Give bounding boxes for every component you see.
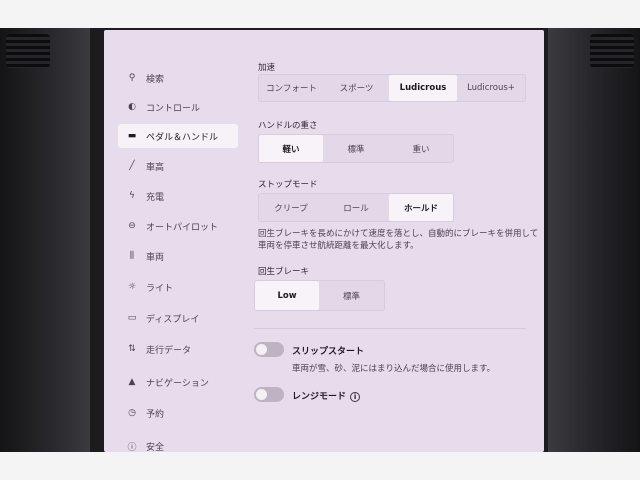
search-icon: ⚲ — [128, 73, 136, 83]
slip-start-title: スリップスタート — [292, 347, 365, 357]
slip-start-toggle[interactable] — [254, 342, 284, 357]
steering-label: ハンドルの重さ — [258, 121, 318, 131]
sun-icon: ☼ — [127, 282, 137, 292]
alarm-clock-icon: ◷ — [128, 408, 136, 418]
slip-start-subtitle: 車両が雪、砂、泥にはまり込んだ場合に使用します。 — [292, 364, 496, 374]
sidebar-item-charging[interactable]: ϟ 充電 — [118, 184, 238, 208]
sidebar-item-safety[interactable]: ⓘ 安全 — [118, 434, 238, 453]
wrench-icon: ╱ — [129, 161, 135, 171]
sidebar-item-label: コントロール — [146, 103, 201, 114]
range-mode-title: レンジモード — [292, 392, 347, 402]
regen-option-low[interactable]: Low — [255, 281, 319, 310]
dashboard-right-panel — [548, 28, 640, 480]
acceleration-option-comfort[interactable]: コンフォート — [259, 75, 324, 101]
sliders-icon: ⫼ — [129, 251, 135, 261]
stop-mode-description-line1: 回生ブレーキを長めにかけて速度を落とし、自動的にブレーキを併用して — [258, 229, 539, 239]
sidebar-item-label: オートパイロット — [146, 222, 219, 233]
touchscreen: ⚲ 検索 ◐ コントロール ▬ ペダル＆ハンドル ╱ 車高 ϟ 充電 ⊖ オート… — [104, 30, 544, 452]
section-divider — [254, 328, 526, 329]
display-icon: ▭ — [127, 313, 137, 323]
acceleration-option-ludicrous-plus[interactable]: Ludicrous+ — [457, 75, 525, 101]
stop-mode-description-line2: 車両を停車させ航続距離を最大化します。 — [258, 241, 419, 251]
sidebar-item-suspension[interactable]: ╱ 車高 — [118, 154, 238, 178]
sidebar-item-lights[interactable]: ☼ ライト — [118, 275, 238, 299]
sidebar-item-label: ナビゲーション — [146, 378, 209, 389]
sidebar-item-schedule[interactable]: ◷ 予約 — [118, 401, 238, 425]
trip-icon: ⇅ — [128, 344, 136, 354]
sidebar-item-navigation[interactable]: ▲ ナビゲーション — [118, 370, 238, 394]
steering-option-light[interactable]: 軽い — [259, 135, 323, 162]
stop-mode-option-roll[interactable]: ロール — [323, 194, 389, 221]
toggle-icon: ◐ — [128, 102, 136, 112]
range-mode-row: レンジモード i — [292, 389, 361, 402]
steering-option-heavy[interactable]: 重い — [389, 135, 453, 162]
sidebar-item-label: 予約 — [146, 409, 165, 420]
acceleration-label: 加速 — [258, 63, 276, 73]
toggle-knob — [256, 344, 267, 355]
sidebar-item-label: 車両 — [146, 252, 165, 263]
regen-label: 回生ブレーキ — [258, 267, 310, 277]
sidebar-item-label: ライト — [146, 283, 174, 294]
photo-border-top — [0, 0, 640, 28]
sidebar-item-vehicle[interactable]: ⫼ 車両 — [118, 244, 238, 268]
sidebar-item-pedals-steering[interactable]: ▬ ペダル＆ハンドル — [118, 124, 238, 148]
acceleration-option-ludicrous[interactable]: Ludicrous — [389, 75, 457, 101]
settings-content: 加速 コンフォート スポーツ Ludicrous Ludicrous+ ハンドル… — [254, 30, 544, 452]
acceleration-option-sport[interactable]: スポーツ — [324, 75, 389, 101]
steering-selector: 軽い 標準 重い — [258, 134, 454, 163]
regen-selector: Low 標準 — [254, 280, 385, 311]
sidebar-item-label: 安全 — [146, 442, 165, 453]
sidebar-item-controls[interactable]: ◐ コントロール — [118, 95, 238, 119]
steering-wheel-icon: ⊖ — [128, 221, 136, 231]
toggle-knob — [256, 389, 267, 400]
air-vent-right — [590, 34, 634, 68]
stop-mode-label: ストップモード — [258, 180, 318, 190]
bolt-icon: ϟ — [129, 191, 135, 201]
sidebar-item-label: 走行データ — [146, 345, 192, 356]
car-icon: ▬ — [127, 131, 137, 141]
range-mode-toggle[interactable] — [254, 387, 284, 402]
sidebar-item-autopilot[interactable]: ⊖ オートパイロット — [118, 214, 238, 238]
stop-mode-option-hold[interactable]: ホールド — [389, 194, 453, 221]
acceleration-selector: コンフォート スポーツ Ludicrous Ludicrous+ — [258, 74, 526, 102]
sidebar-item-label: ペダル＆ハンドル — [146, 132, 219, 143]
sidebar-item-label: 検索 — [146, 74, 165, 85]
sidebar-item-display[interactable]: ▭ ディスプレイ — [118, 306, 238, 330]
sidebar-item-search[interactable]: ⚲ 検索 — [118, 66, 238, 90]
stop-mode-option-creep[interactable]: クリープ — [259, 194, 323, 221]
sidebar-item-label: 充電 — [146, 192, 165, 203]
photo-border-bottom — [0, 452, 640, 480]
sidebar-item-trips[interactable]: ⇅ 走行データ — [118, 337, 238, 361]
steering-option-standard[interactable]: 標準 — [323, 135, 389, 162]
sidebar-item-label: 車高 — [146, 162, 165, 173]
sidebar-item-label: ディスプレイ — [146, 314, 200, 325]
stop-mode-selector: クリープ ロール ホールド — [258, 193, 454, 222]
navigation-icon: ▲ — [128, 377, 136, 387]
dashboard-left-panel — [0, 28, 90, 480]
safety-icon: ⓘ — [127, 442, 137, 453]
regen-option-standard[interactable]: 標準 — [319, 281, 384, 310]
settings-sidebar: ⚲ 検索 ◐ コントロール ▬ ペダル＆ハンドル ╱ 車高 ϟ 充電 ⊖ オート… — [104, 30, 244, 452]
info-icon[interactable]: i — [350, 391, 361, 402]
air-vent-left — [6, 34, 50, 68]
